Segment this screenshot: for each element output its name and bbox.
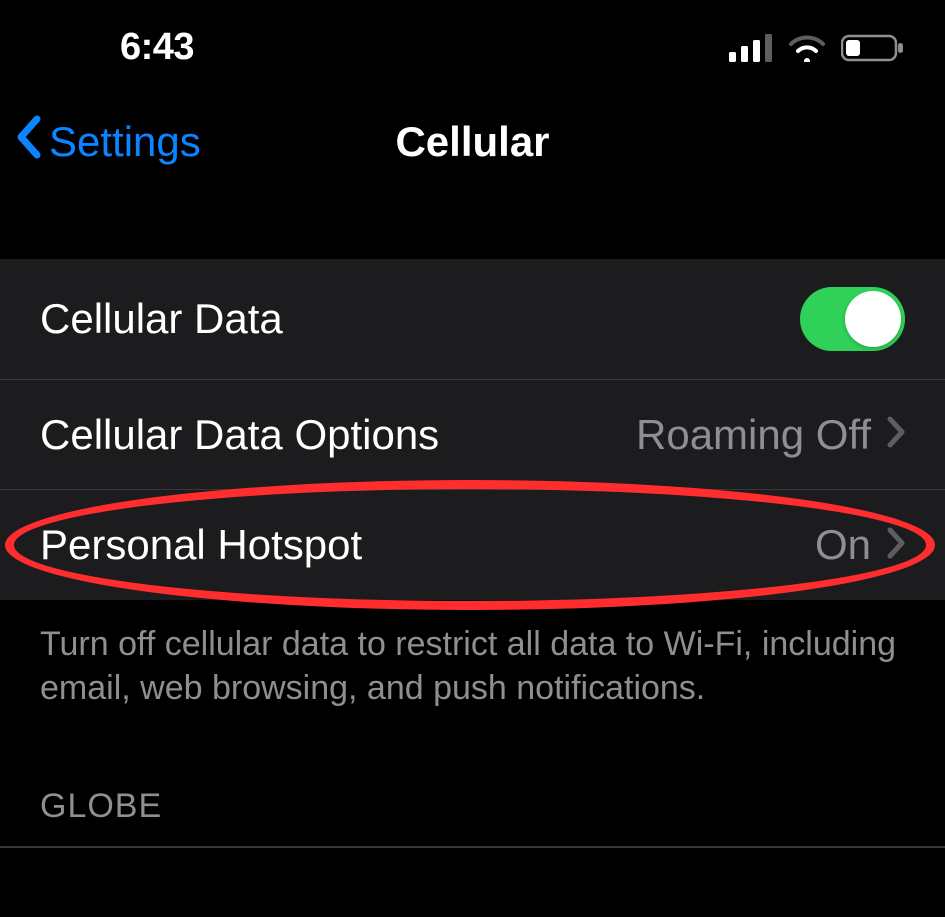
- settings-section: Cellular Data Cellular Data Options Roam…: [0, 259, 945, 600]
- personal-hotspot-value: On: [815, 521, 871, 569]
- status-bar: 6:43: [0, 0, 945, 90]
- status-icons: [729, 34, 905, 62]
- chevron-left-icon: [15, 115, 45, 169]
- cellular-data-label: Cellular Data: [40, 295, 283, 343]
- personal-hotspot-row[interactable]: Personal Hotspot On: [0, 490, 945, 600]
- divider: [0, 846, 945, 848]
- chevron-right-icon: [887, 527, 905, 564]
- row-trailing: On: [815, 521, 905, 569]
- back-label: Settings: [49, 118, 201, 166]
- wifi-icon: [787, 34, 827, 62]
- cellular-signal-icon: [729, 34, 773, 62]
- toggle-knob: [845, 291, 901, 347]
- personal-hotspot-label: Personal Hotspot: [40, 521, 362, 569]
- cellular-data-toggle[interactable]: [800, 287, 905, 351]
- battery-icon: [841, 34, 905, 62]
- status-time: 6:43: [40, 26, 194, 69]
- cellular-data-options-row[interactable]: Cellular Data Options Roaming Off: [0, 380, 945, 490]
- carrier-section-header: GLOBE: [0, 732, 945, 838]
- cellular-data-options-label: Cellular Data Options: [40, 411, 439, 459]
- section-footer-text: Turn off cellular data to restrict all d…: [0, 600, 945, 732]
- row-trailing: Roaming Off: [636, 411, 905, 459]
- back-button[interactable]: Settings: [15, 115, 201, 169]
- cellular-data-row[interactable]: Cellular Data: [0, 259, 945, 380]
- nav-header: Settings Cellular: [0, 90, 945, 209]
- cellular-data-options-value: Roaming Off: [636, 411, 871, 459]
- chevron-right-icon: [887, 416, 905, 453]
